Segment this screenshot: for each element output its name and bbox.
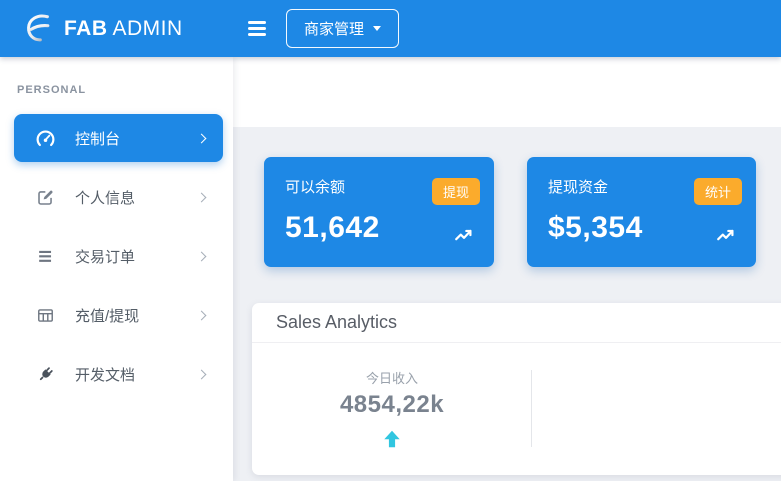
trend-up-icon: [715, 225, 737, 247]
today-income-value: 4854,22k: [340, 391, 444, 419]
stat-card-balance: 可以余额 提现 51,642: [264, 157, 494, 267]
sales-analytics-body: 今日收入 4854,22k: [252, 343, 781, 474]
brand-logo[interactable]: FABADMIN: [0, 0, 233, 57]
chevron-right-icon: [197, 133, 207, 143]
sidebar-item-label: 交易订单: [75, 246, 198, 267]
stat-cards-row: 可以余额 提现 51,642 提现资金 统计 $5,354: [264, 157, 756, 267]
today-income-stat: 今日收入 4854,22k: [252, 343, 532, 474]
chevron-right-icon: [197, 192, 207, 202]
sidebar-item-dashboard[interactable]: 控制台: [14, 114, 223, 162]
stat-card-value: 51,642: [285, 211, 473, 245]
brand-title-light: ADMIN: [113, 17, 183, 40]
sales-analytics-title: Sales Analytics: [252, 303, 781, 343]
stat-card-withdraw-funds: 提现资金 统计 $5,354: [527, 157, 756, 267]
top-navigation: 商家管理: [233, 0, 781, 57]
caret-down-icon: [373, 26, 381, 31]
brand-title: FABADMIN: [64, 17, 183, 41]
sales-analytics-next-column: [532, 343, 781, 474]
brand-glyph-icon: [22, 12, 54, 46]
arrow-up-icon: [381, 428, 403, 450]
stats-badge-button[interactable]: 统计: [694, 178, 742, 205]
sidebar-item-label: 充值/提现: [75, 305, 198, 326]
topbar: FABADMIN 商家管理: [0, 0, 781, 57]
brand-title-bold: FAB: [64, 17, 108, 40]
sidebar: PERSONAL 控制台: [0, 57, 233, 481]
chevron-right-icon: [197, 369, 207, 379]
trend-up-icon: [453, 225, 475, 247]
merchant-menu-dropdown[interactable]: 商家管理: [286, 9, 399, 48]
app-window: FABADMIN 商家管理 PERSONAL: [0, 0, 781, 481]
sidebar-item-deposit-withdraw[interactable]: 充值/提现: [14, 291, 223, 339]
sidebar-item-orders[interactable]: 交易订单: [14, 232, 223, 280]
sidebar-menu: 控制台 个人信息 交易订单: [0, 114, 233, 398]
plug-icon: [35, 364, 56, 385]
merchant-menu-label: 商家管理: [304, 18, 364, 39]
sales-analytics-card: Sales Analytics 今日收入 4854,22k: [252, 303, 781, 475]
sidebar-item-dev-docs[interactable]: 开发文档: [14, 350, 223, 398]
chevron-right-icon: [197, 310, 207, 320]
today-income-label: 今日收入: [366, 368, 418, 387]
sidebar-item-label: 开发文档: [75, 364, 198, 385]
edit-icon: [35, 187, 56, 208]
sidebar-item-label: 个人信息: [75, 187, 198, 208]
sidebar-item-label: 控制台: [75, 128, 198, 149]
gauge-icon: [35, 128, 56, 149]
sidebar-section-label: PERSONAL: [17, 84, 233, 96]
stat-card-value: $5,354: [548, 211, 735, 245]
table-icon: [35, 305, 56, 326]
list-icon: [35, 246, 56, 267]
sidebar-item-profile[interactable]: 个人信息: [14, 173, 223, 221]
chevron-right-icon: [197, 251, 207, 261]
page-header-band: [233, 57, 781, 127]
withdraw-badge-button[interactable]: 提现: [432, 178, 480, 205]
sidebar-toggle-hamburger-icon[interactable]: [248, 21, 268, 36]
